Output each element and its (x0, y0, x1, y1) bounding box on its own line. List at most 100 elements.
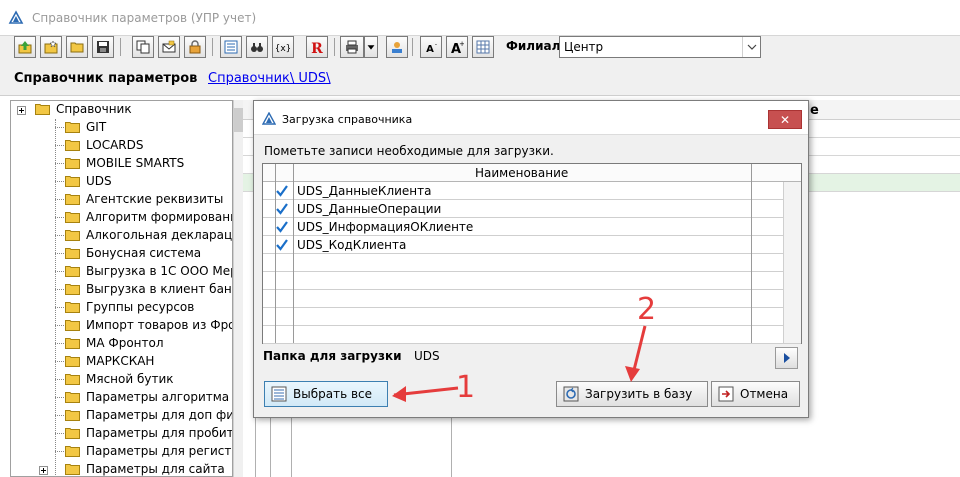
bracket-x-button[interactable]: {x} (272, 36, 294, 58)
tree-root[interactable]: Справочник (11, 101, 232, 119)
checkmark-icon[interactable] (275, 184, 289, 198)
stamp-button[interactable] (386, 36, 408, 58)
lock-button[interactable] (184, 36, 206, 58)
print-dropdown-button[interactable] (364, 36, 378, 58)
folder-icon (65, 320, 80, 331)
folder-icon (65, 338, 80, 349)
list-item[interactable] (263, 308, 801, 326)
up-arrow-icon (18, 41, 32, 54)
red-r-icon: R (311, 41, 323, 54)
checkmark-icon[interactable] (275, 220, 289, 234)
list-header: Наименование (263, 164, 801, 182)
grid-header-fragment: е (810, 103, 819, 118)
dialog-instruction: Пометьте записи необходимые для загрузки… (264, 144, 554, 158)
tree-connector (55, 163, 64, 164)
grid-button[interactable] (472, 36, 494, 58)
tree-item[interactable]: Параметры алгоритма загру (11, 389, 232, 407)
report-button[interactable]: R (306, 36, 328, 58)
folder-icon (70, 42, 84, 53)
tree-item[interactable]: Мясной бутик (11, 371, 232, 389)
tree-item-label: Бонусная система (86, 246, 202, 260)
branch-select[interactable]: Центр (559, 36, 761, 58)
copy-icon (136, 40, 150, 54)
expand-icon[interactable] (17, 106, 26, 115)
load-to-database-button[interactable]: Загрузить в базу (556, 381, 708, 407)
expand-icon[interactable] (39, 466, 48, 475)
tree-item[interactable]: Бонусная система (11, 245, 232, 263)
tree-item[interactable]: MOBILE SMARTS (11, 155, 232, 173)
save-button[interactable] (92, 36, 114, 58)
record-name: UDS_КодКлиента (297, 238, 407, 252)
scrollbar-thumb[interactable] (234, 108, 243, 132)
choose-folder-button[interactable] (775, 347, 798, 369)
find-button[interactable] (246, 36, 268, 58)
copy-button[interactable] (132, 36, 154, 58)
list-item[interactable]: UDS_ДанныеКлиента (263, 182, 801, 200)
tree-item[interactable]: Группы ресурсов (11, 299, 232, 317)
cancel-icon (718, 386, 734, 402)
font-increase-icon: A+ (451, 40, 464, 54)
tree-item[interactable]: Параметры для доп фильтра (11, 407, 232, 425)
tree-connector (55, 181, 64, 182)
tree-item[interactable]: Выгрузка в 1С ООО Меркури (11, 263, 232, 281)
list-item[interactable]: UDS_ИнформацияОКлиенте (263, 218, 801, 236)
folder-icon (35, 104, 50, 115)
breadcrumb[interactable]: Справочник\ UDS\ (208, 71, 331, 86)
mail-button[interactable] (158, 36, 180, 58)
list-item[interactable] (263, 272, 801, 290)
tree-item-label: Алгоритм формирования но (86, 210, 232, 224)
font-decrease-button[interactable]: A- (420, 36, 442, 58)
folder-icon (65, 122, 80, 133)
record-name: UDS_ДанныеОперации (297, 202, 442, 216)
font-increase-button[interactable]: A + (446, 36, 468, 58)
svg-text:-: - (435, 41, 437, 48)
list-item[interactable] (263, 254, 801, 272)
tree-item[interactable]: Выгрузка в клиент банк (11, 281, 232, 299)
tree-item[interactable]: МАРКСКАН (11, 353, 232, 371)
tree-item[interactable]: Агентские реквизиты (11, 191, 232, 209)
tree-item[interactable]: UDS (11, 173, 232, 191)
svg-text:{x}: {x} (276, 44, 290, 54)
list-item[interactable]: UDS_ДанныеОперации (263, 200, 801, 218)
tree-scrollbar[interactable] (233, 100, 243, 477)
print-button[interactable] (340, 36, 364, 58)
tree-item[interactable]: GIT (11, 119, 232, 137)
tree-item[interactable]: Параметры для регистрации (11, 443, 232, 461)
tree-connector (55, 289, 64, 290)
list-item[interactable] (263, 290, 801, 308)
list-item[interactable] (263, 326, 801, 344)
folder-icon (65, 194, 80, 205)
dialog-title: Загрузка справочника (282, 113, 413, 126)
up-arrow-button[interactable] (14, 36, 36, 58)
app-logo-icon (262, 112, 276, 125)
tree-item[interactable]: Алкогольная декларация (11, 227, 232, 245)
close-button[interactable]: ✕ (768, 110, 802, 129)
stamp-icon (392, 42, 402, 53)
folder-button[interactable] (66, 36, 88, 58)
folder-value: UDS (414, 349, 440, 363)
tree-item[interactable]: Импорт товаров из Фронтол (11, 317, 232, 335)
tree-item[interactable]: Параметры для пробития че (11, 425, 232, 443)
list-column-line (293, 164, 294, 343)
record-name: UDS_ИнформацияОКлиенте (297, 220, 474, 234)
tree-item[interactable]: МА Фронтол (11, 335, 232, 353)
database-load-icon (563, 386, 579, 402)
folder-icon (65, 410, 80, 421)
cancel-button[interactable]: Отмена (711, 381, 800, 407)
annotation-number-1: 1 (456, 370, 476, 405)
select-all-button[interactable]: Выбрать все (264, 381, 388, 407)
checkmark-icon[interactable] (275, 202, 289, 216)
list-button[interactable] (220, 36, 242, 58)
tree-connector (55, 325, 64, 326)
chevron-right-icon (783, 353, 790, 363)
toolbar-separator (412, 38, 413, 56)
tree-item-label: LOCARDS (86, 138, 144, 152)
tree-item[interactable]: Параметры для сайта (11, 461, 232, 476)
tree-item[interactable]: LOCARDS (11, 137, 232, 155)
list-scrollbar[interactable] (783, 182, 801, 343)
checkmark-icon[interactable] (275, 238, 289, 252)
chevron-down-icon[interactable] (742, 37, 760, 57)
list-item[interactable]: UDS_КодКлиента (263, 236, 801, 254)
new-folder-button[interactable] (40, 36, 62, 58)
tree-item[interactable]: Алгоритм формирования но (11, 209, 232, 227)
